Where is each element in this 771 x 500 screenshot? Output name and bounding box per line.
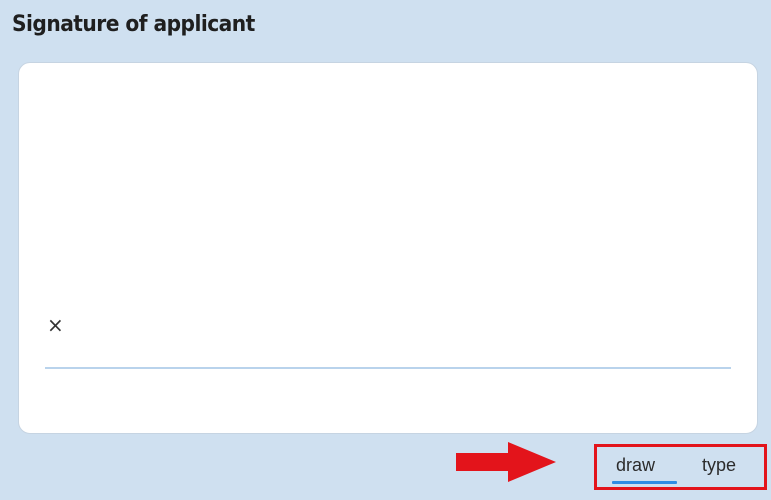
tab-type[interactable]: type (702, 456, 736, 474)
signature-pad[interactable]: × (18, 62, 758, 434)
signature-line (45, 367, 731, 369)
tab-draw-active-indicator (612, 481, 677, 484)
signature-x-mark: × (47, 313, 64, 337)
signature-mode-switch: draw type (594, 444, 767, 490)
arrow-right-icon (456, 442, 560, 487)
signature-panel: Signature of applicant × draw type (0, 0, 771, 500)
signature-title: Signature of applicant (12, 12, 255, 37)
tab-draw[interactable]: draw (616, 456, 655, 474)
